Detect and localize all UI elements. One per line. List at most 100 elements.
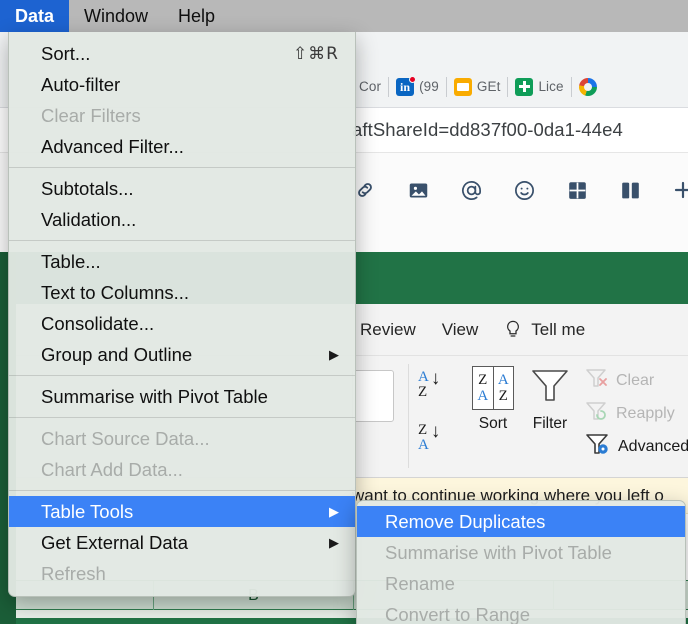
menu-item-sort[interactable]: Sort... ⇧⌘R — [9, 38, 355, 69]
submenu-arrow-icon: ▶ — [329, 504, 339, 519]
tell-me-label: Tell me — [531, 319, 586, 339]
bookmark-label: (99 — [419, 79, 439, 94]
data-dropdown-menu[interactable]: Sort... ⇧⌘R Auto-filter Clear Filters Ad… — [8, 32, 356, 597]
generic-site-icon — [578, 77, 597, 96]
submenu-item-convert-to-range: Convert to Range — [357, 599, 685, 624]
menu-item-table-tools[interactable]: Table Tools ▶ — [9, 496, 355, 527]
menu-item-summarise-with-pivot-table[interactable]: Summarise with Pivot Table — [9, 381, 355, 412]
menu-item-get-external-data[interactable]: Get External Data ▶ — [9, 527, 355, 558]
menu-item-label: Chart Add Data... — [41, 458, 183, 480]
tell-me-control[interactable]: Tell me — [504, 319, 585, 341]
plus-icon[interactable] — [670, 177, 688, 203]
bookmark-item[interactable]: Cor — [352, 74, 388, 100]
menubar-item-data[interactable]: Data — [0, 0, 70, 32]
down-arrow-glyph: ↓ — [430, 368, 441, 389]
clear-filter-button[interactable]: Clear — [585, 364, 688, 397]
submenu-item-label: Summarise with Pivot Table — [385, 541, 612, 563]
menu-item-validation[interactable]: Validation... — [9, 204, 355, 235]
bookmark-item[interactable]: GEt — [447, 74, 508, 100]
advanced-filter-label: Advanced — [618, 437, 688, 455]
linkedin-icon: in — [396, 75, 417, 96]
bookmark-label: Lice — [538, 79, 564, 94]
submenu-item-label: Remove Duplicates — [385, 510, 546, 532]
menubar-item-window[interactable]: Window — [69, 0, 163, 32]
menu-separator — [9, 490, 355, 491]
submenu-item-label: Rename — [385, 572, 455, 594]
sort-icon-left-bottom: A — [477, 388, 489, 404]
sort-az-top: A — [418, 369, 429, 385]
clear-filter-icon — [585, 367, 609, 394]
menu-item-label: Table... — [41, 250, 101, 272]
sort-za-top: Z — [418, 422, 428, 438]
menu-separator — [9, 417, 355, 418]
mac-menu-bar[interactable]: Data Window Help — [0, 0, 688, 32]
table-tools-submenu[interactable]: Remove Duplicates Summarise with Pivot T… — [356, 500, 686, 624]
clear-filter-label: Clear — [616, 371, 655, 389]
sort-button[interactable]: Z A A Z Sort — [470, 366, 516, 433]
menu-item-label: Group and Outline — [41, 343, 193, 365]
table-icon[interactable] — [564, 177, 590, 203]
funnel-icon — [530, 367, 570, 410]
submenu-item-remove-duplicates[interactable]: Remove Duplicates — [357, 506, 685, 537]
menu-separator — [9, 375, 355, 376]
menubar-item-help[interactable]: Help — [163, 0, 230, 32]
ribbon-button-placeholder[interactable] — [352, 370, 394, 422]
menu-item-subtotals[interactable]: Subtotals... — [9, 173, 355, 204]
menu-item-auto-filter[interactable]: Auto-filter — [9, 69, 355, 100]
menu-separator — [9, 240, 355, 241]
menu-item-chart-source-data: Chart Source Data... — [9, 423, 355, 454]
tab-view[interactable]: View — [442, 320, 479, 340]
sort-button-label: Sort — [478, 415, 508, 432]
sort-descending-icon[interactable]: Z A ↓ — [418, 422, 440, 463]
menu-item-text-to-columns[interactable]: Text to Columns... — [9, 277, 355, 308]
url-fragment: aftShareId=dd837f00-0da1-44e4 — [352, 119, 623, 140]
menubar-item-label: Data — [15, 5, 55, 26]
tab-review[interactable]: Review — [360, 320, 416, 340]
menu-item-chart-add-data: Chart Add Data... — [9, 454, 355, 485]
menu-item-label: Get External Data — [41, 531, 189, 553]
sort-order-button-group: A Z ↓ Z A ↓ — [418, 368, 441, 463]
menu-item-clear-filters: Clear Filters — [9, 100, 355, 131]
menu-item-label: Refresh — [41, 562, 106, 584]
menubar-item-label: Help — [178, 5, 216, 26]
submenu-arrow-icon: ▶ — [329, 347, 339, 362]
menu-item-label: Chart Source Data... — [41, 427, 210, 449]
menu-item-advanced-filter[interactable]: Advanced Filter... — [9, 131, 355, 162]
menu-item-label: Subtotals... — [41, 177, 134, 199]
columns-icon[interactable] — [617, 177, 643, 203]
bookmark-label: Cor — [359, 79, 382, 94]
menu-item-label: Sort... — [41, 42, 91, 64]
sort-az-bottom: Z — [418, 384, 428, 400]
advanced-filter-button[interactable]: Advanced — [585, 430, 688, 463]
menu-item-label: Auto-filter — [41, 73, 121, 95]
ribbon-group-divider — [408, 364, 409, 468]
gmail-icon — [453, 77, 472, 96]
advanced-filter-icon — [585, 432, 611, 461]
reapply-filter-button[interactable]: Reapply — [585, 397, 688, 430]
menu-item-label: Table Tools — [41, 500, 134, 522]
menu-item-table[interactable]: Table... — [9, 246, 355, 277]
submenu-item-summarise-with-pivot-table: Summarise with Pivot Table — [357, 537, 685, 568]
menu-item-refresh: Refresh — [9, 558, 355, 589]
menu-item-label: Clear Filters — [41, 104, 141, 126]
bookmark-item[interactable] — [572, 74, 604, 100]
emoji-icon[interactable] — [511, 177, 537, 203]
bookmark-item[interactable]: in (99 — [389, 74, 446, 100]
google-sheets-icon — [515, 77, 534, 96]
image-icon[interactable] — [405, 177, 431, 203]
submenu-arrow-icon: ▶ — [329, 535, 339, 550]
mention-icon[interactable] — [458, 177, 484, 203]
submenu-item-label: Convert to Range — [385, 603, 531, 624]
reapply-filter-icon — [585, 400, 609, 427]
filter-button[interactable]: Filter — [527, 366, 573, 433]
menu-item-consolidate[interactable]: Consolidate... — [9, 308, 355, 339]
bookmark-item[interactable]: Lice — [508, 74, 570, 100]
sort-ascending-icon[interactable]: A Z ↓ — [418, 368, 441, 410]
sort-icon-right-bottom: Z — [498, 388, 508, 404]
menu-item-group-and-outline[interactable]: Group and Outline ▶ — [9, 339, 355, 370]
submenu-item-rename: Rename — [357, 568, 685, 599]
filter-commands-group: Clear Reapply Advanced — [585, 364, 688, 463]
menu-item-label: Text to Columns... — [41, 281, 190, 303]
menu-separator — [9, 167, 355, 168]
menu-item-label: Advanced Filter... — [41, 135, 184, 157]
